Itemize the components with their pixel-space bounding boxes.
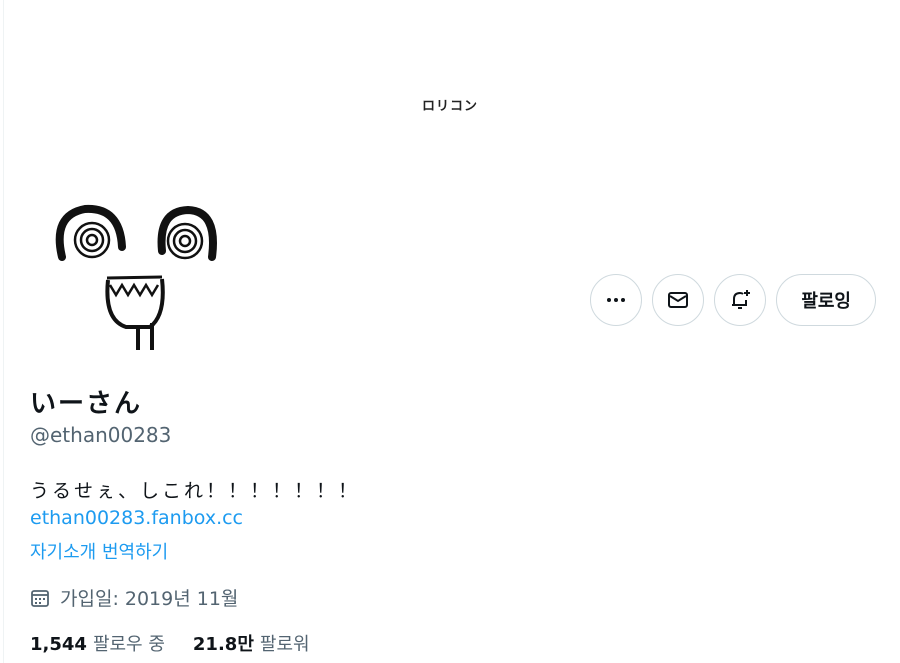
- mail-icon: [668, 292, 689, 308]
- notifications-button[interactable]: [714, 274, 767, 326]
- followers-stat[interactable]: 21.8만 팔로워: [193, 630, 310, 656]
- profile-actions: 팔로잉: [590, 274, 876, 326]
- banner-text: ロリコン: [421, 99, 478, 114]
- join-date-text: 가입일: 2019년 11월: [60, 588, 239, 610]
- following-stat[interactable]: 1,544 팔로우 중: [30, 630, 165, 656]
- bio-text: うるせぇ、しこれ！！！！！！！: [30, 480, 361, 502]
- more-button[interactable]: [590, 274, 643, 326]
- followers-label: 팔로워: [259, 634, 310, 655]
- following-label: 팔로우 중: [92, 634, 165, 655]
- display-name: いーさん: [30, 389, 143, 419]
- following-count: 1,544: [30, 634, 87, 655]
- translate-bio-link[interactable]: 자기소개 번역하기: [30, 538, 168, 564]
- followers-count: 21.8만: [192, 634, 254, 655]
- calendar-icon: [31, 589, 49, 607]
- avatar[interactable]: [40, 185, 240, 365]
- following-button[interactable]: 팔로잉: [776, 274, 876, 326]
- user-handle: @ethan00283: [30, 423, 172, 447]
- avatar-drawing: [55, 204, 217, 350]
- join-date: 가입일: 2019년 11월: [30, 584, 238, 611]
- bell-plus-icon: [732, 290, 751, 309]
- bio-link[interactable]: ethan00283.fanbox.cc: [30, 507, 243, 529]
- follow-stats: 1,544 팔로우 중 21.8만 팔로워: [30, 630, 310, 656]
- more-icon: [607, 298, 626, 302]
- message-button[interactable]: [652, 274, 705, 326]
